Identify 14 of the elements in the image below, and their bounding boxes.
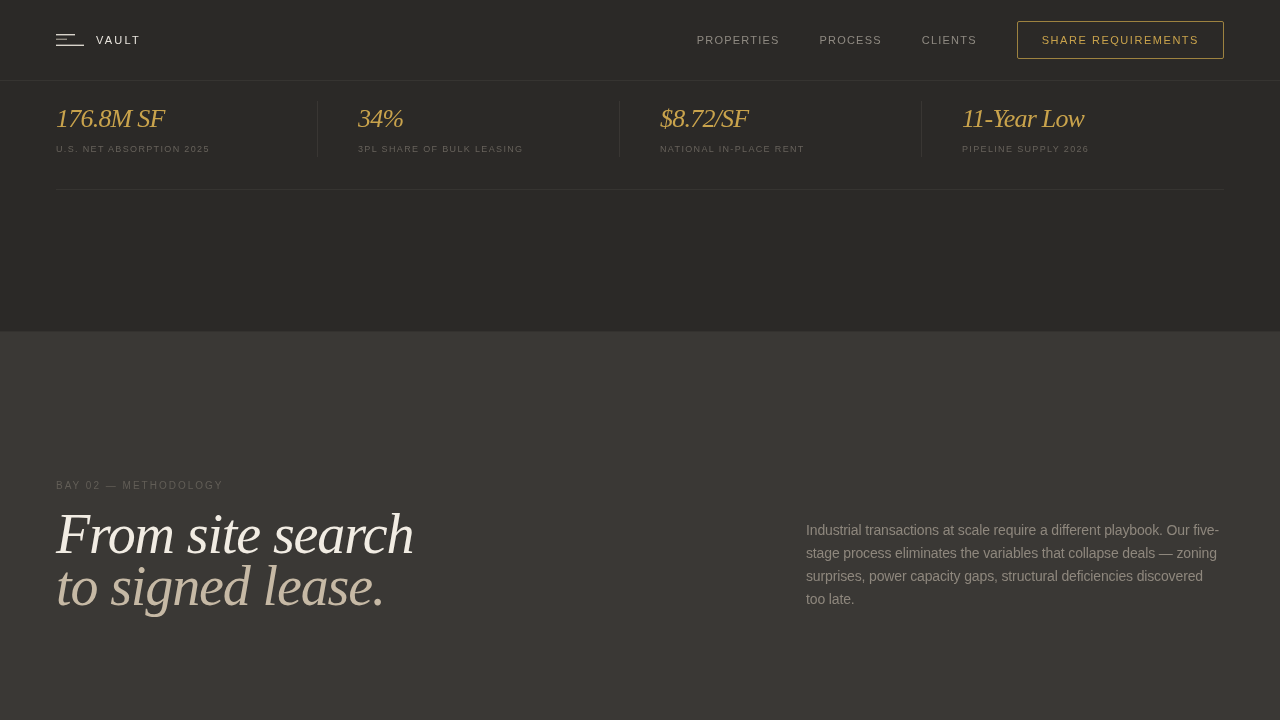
section-heading: From site search to signed lease. — [56, 506, 415, 619]
brand-name[interactable]: VAULT — [96, 31, 141, 49]
stat-value: 176.8M SF — [56, 103, 167, 135]
stat-label: NATIONAL IN-PLACE RENT — [660, 143, 805, 155]
nav-link[interactable]: PROCESS — [819, 31, 882, 49]
stat-label: PIPELINE SUPPLY 2026 — [962, 143, 1090, 155]
menu-icon[interactable] — [56, 34, 84, 46]
nav-link[interactable]: CLIENTS — [921, 31, 977, 49]
section-description: Industrial transactions at scale require a different playbook. Our five-stage process eliminates the variables that collapse deals — zoning surprises, power capacity gaps, structural deficiencies discovered too late. — [806, 521, 1220, 609]
stat-value: 11-Year Low — [962, 103, 1086, 135]
share-requirements-button[interactable]: SHARE REQUIREMENTS — [1016, 21, 1224, 59]
nav-link[interactable]: PROPERTIES — [696, 31, 780, 49]
stat-value: 34% — [358, 103, 405, 135]
stat-value: $8.72/SF — [660, 103, 751, 135]
